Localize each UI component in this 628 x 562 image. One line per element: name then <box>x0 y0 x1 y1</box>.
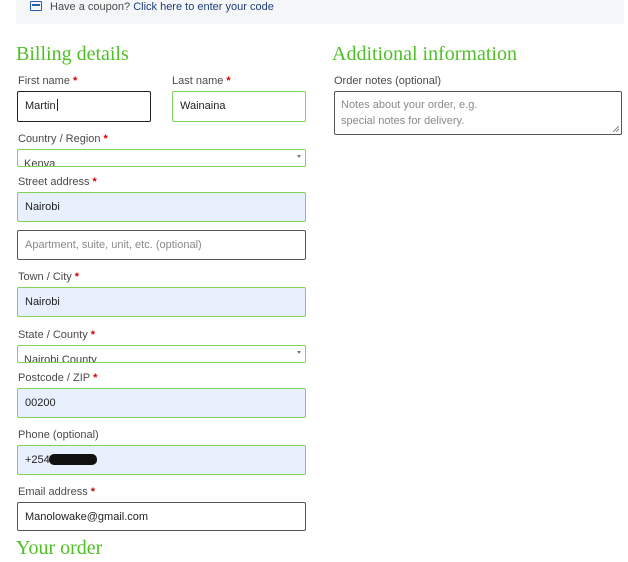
country-label: Country / Region * <box>18 133 108 145</box>
country-select[interactable]: Kenya <box>17 149 306 167</box>
state-county-select[interactable]: Nairobi County <box>17 345 306 363</box>
first-name-label: First name * <box>18 75 78 87</box>
required-marker: * <box>90 486 95 498</box>
required-marker: * <box>92 176 97 188</box>
email-input[interactable]: Manolowake@gmail.com <box>17 502 306 531</box>
town-city-label: Town / City * <box>18 271 80 283</box>
coupon-prompt: Have a coupon? <box>50 1 131 13</box>
phone-label: Phone (optional) <box>18 429 99 441</box>
apartment-input[interactable]: Apartment, suite, unit, etc. (optional) <box>17 230 306 260</box>
enter-coupon-link[interactable]: Click here to enter your code <box>133 1 274 13</box>
first-name-input[interactable]: Martin <box>17 91 151 122</box>
required-marker: * <box>90 329 95 341</box>
town-city-input[interactable]: Nairobi <box>17 287 306 317</box>
state-county-label: State / County * <box>18 329 95 341</box>
order-notes-textarea[interactable]: Notes about your order, e.g. special not… <box>334 91 622 135</box>
checkout-page: Have a coupon? Click here to enter your … <box>0 0 628 562</box>
required-marker: * <box>93 372 98 384</box>
order-notes-placeholder-line-2: special notes for delivery. <box>341 115 465 127</box>
street-address-input[interactable]: Nairobi <box>17 192 306 222</box>
your-order-heading: Your order <box>16 537 103 559</box>
last-name-input[interactable]: Wainaina <box>172 91 306 122</box>
additional-information-heading: Additional information <box>332 43 517 65</box>
coupon-icon <box>30 1 42 11</box>
required-marker: * <box>103 133 108 145</box>
redacted-phone-number <box>48 454 97 465</box>
country-selected-value: Kenya <box>24 158 56 167</box>
resize-handle-icon[interactable] <box>613 126 619 132</box>
chevron-down-icon <box>297 155 301 158</box>
order-notes-placeholder-line-1: Notes about your order, e.g. <box>341 99 478 111</box>
postcode-input[interactable]: 00200 <box>17 388 306 418</box>
apartment-placeholder: Apartment, suite, unit, etc. (optional) <box>25 239 202 251</box>
chevron-down-icon <box>297 351 301 354</box>
coupon-text: Have a coupon? Click here to enter your … <box>50 0 274 14</box>
required-marker: * <box>72 75 78 87</box>
required-marker: * <box>226 75 231 87</box>
email-label: Email address * <box>18 486 95 498</box>
order-notes-label: Order notes (optional) <box>334 75 441 87</box>
postcode-label: Postcode / ZIP * <box>18 372 98 384</box>
required-marker: * <box>74 271 80 283</box>
billing-details-heading: Billing details <box>16 43 129 65</box>
phone-input[interactable]: +254 <box>17 445 306 475</box>
street-address-label: Street address * <box>18 176 97 188</box>
coupon-notice: Have a coupon? Click here to enter your … <box>16 0 624 24</box>
state-selected-value: Nairobi County <box>24 354 97 363</box>
text-cursor <box>56 99 58 111</box>
last-name-label: Last name * <box>172 75 231 87</box>
phone-country-code: +254 <box>25 454 50 466</box>
